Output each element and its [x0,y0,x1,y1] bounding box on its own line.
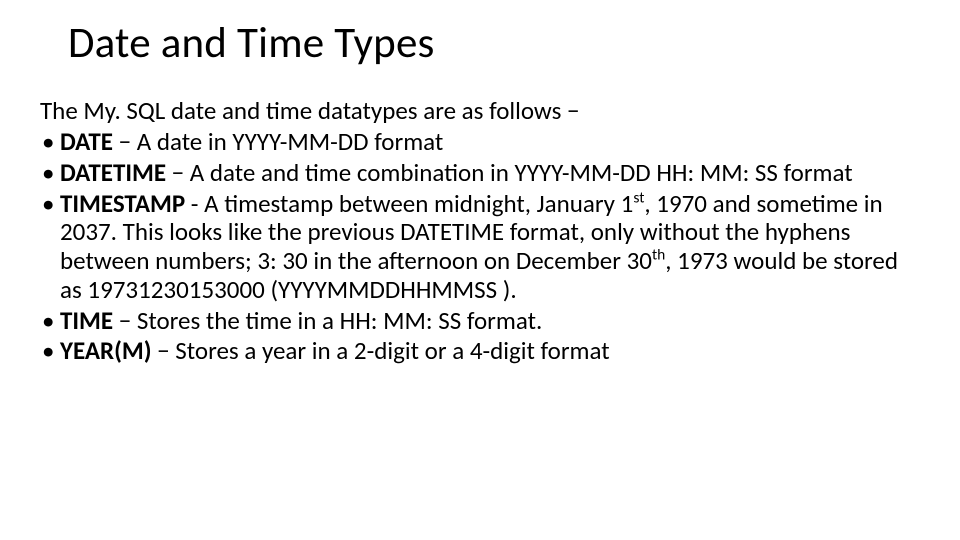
item-term: DATE [60,126,113,157]
list-item: DATE − A date in YYYY-MM-DD format [40,128,920,157]
item-desc: − Stores the time in a HH: MM: SS format… [113,305,542,336]
list-item: DATETIME − A date and time combination i… [40,159,920,188]
intro-text: The My. SQL date and time datatypes are … [40,97,920,126]
bullet-list: DATE − A date in YYYY-MM-DD format DATET… [40,128,920,366]
item-term: TIME [60,305,113,336]
item-desc: − A date and time combination in YYYY-MM… [166,157,853,188]
list-item: TIME − Stores the time in a HH: MM: SS f… [40,307,920,336]
item-desc-part: - A timestamp between midnight, January … [185,188,633,219]
item-term: TIMESTAMP [60,188,185,219]
ordinal-sup: th [652,246,665,265]
item-desc: − A date in YYYY-MM-DD format [113,126,443,157]
list-item: YEAR(M) − Stores a year in a 2-digit or … [40,337,920,366]
slide-body: The My. SQL date and time datatypes are … [40,97,920,366]
slide: Date and Time Types The My. SQL date and… [0,0,960,540]
item-desc: − Stores a year in a 2-digit or a 4-digi… [152,335,610,366]
item-term: DATETIME [60,157,166,188]
ordinal-sup: st [633,188,644,207]
list-item: TIMESTAMP - A timestamp between midnight… [40,190,920,305]
slide-title: Date and Time Types [68,18,920,67]
item-term: YEAR(M) [60,335,152,366]
